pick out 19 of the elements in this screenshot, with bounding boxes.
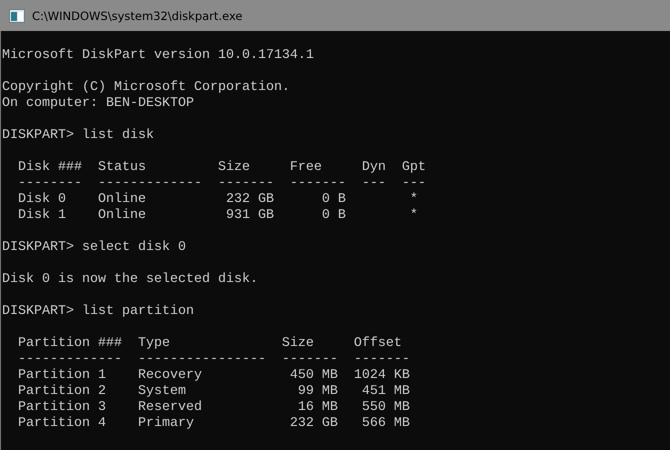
console-line: Disk 0 Online 232 GB 0 B * bbox=[16, 192, 418, 208]
console-line: Partition 4 Primary 232 GB 566 MB bbox=[16, 416, 410, 432]
console-line: On computer: BEN-DESKTOP bbox=[2, 96, 194, 112]
console-line: ------------- ---------------- ------- ------- bbox=[16, 352, 410, 368]
console-line: Partition 2 System 99 MB 451 MB bbox=[16, 384, 410, 400]
console-line: Disk 1 Online 931 GB 0 B * bbox=[16, 208, 418, 224]
console-line: Disk ### Status Size Free Dyn Gpt bbox=[16, 160, 426, 176]
console-line: Copyright (C) Microsoft Corporation. bbox=[2, 80, 290, 96]
console-line: Disk 0 is now the selected disk. bbox=[2, 272, 258, 288]
console-line: DISKPART> select disk 0 bbox=[2, 240, 186, 256]
console-line: DISKPART> list disk bbox=[2, 128, 154, 144]
console-line: Partition 3 Reserved 16 MB 550 MB bbox=[16, 400, 410, 416]
console-line: DISKPART> list partition bbox=[2, 304, 194, 320]
console-window-icon bbox=[9, 8, 25, 22]
console-line: Partition 1 Recovery 450 MB 1024 KB bbox=[16, 368, 410, 384]
console-line: Microsoft DiskPart version 10.0.17134.1 bbox=[2, 48, 314, 64]
window-title: C:\WINDOWS\system32\diskpart.exe bbox=[32, 8, 242, 22]
console-line: Partition ### Type Size Offset bbox=[16, 336, 402, 352]
console-line: -------- ------------- ------- ------- --- --- bbox=[16, 176, 426, 192]
